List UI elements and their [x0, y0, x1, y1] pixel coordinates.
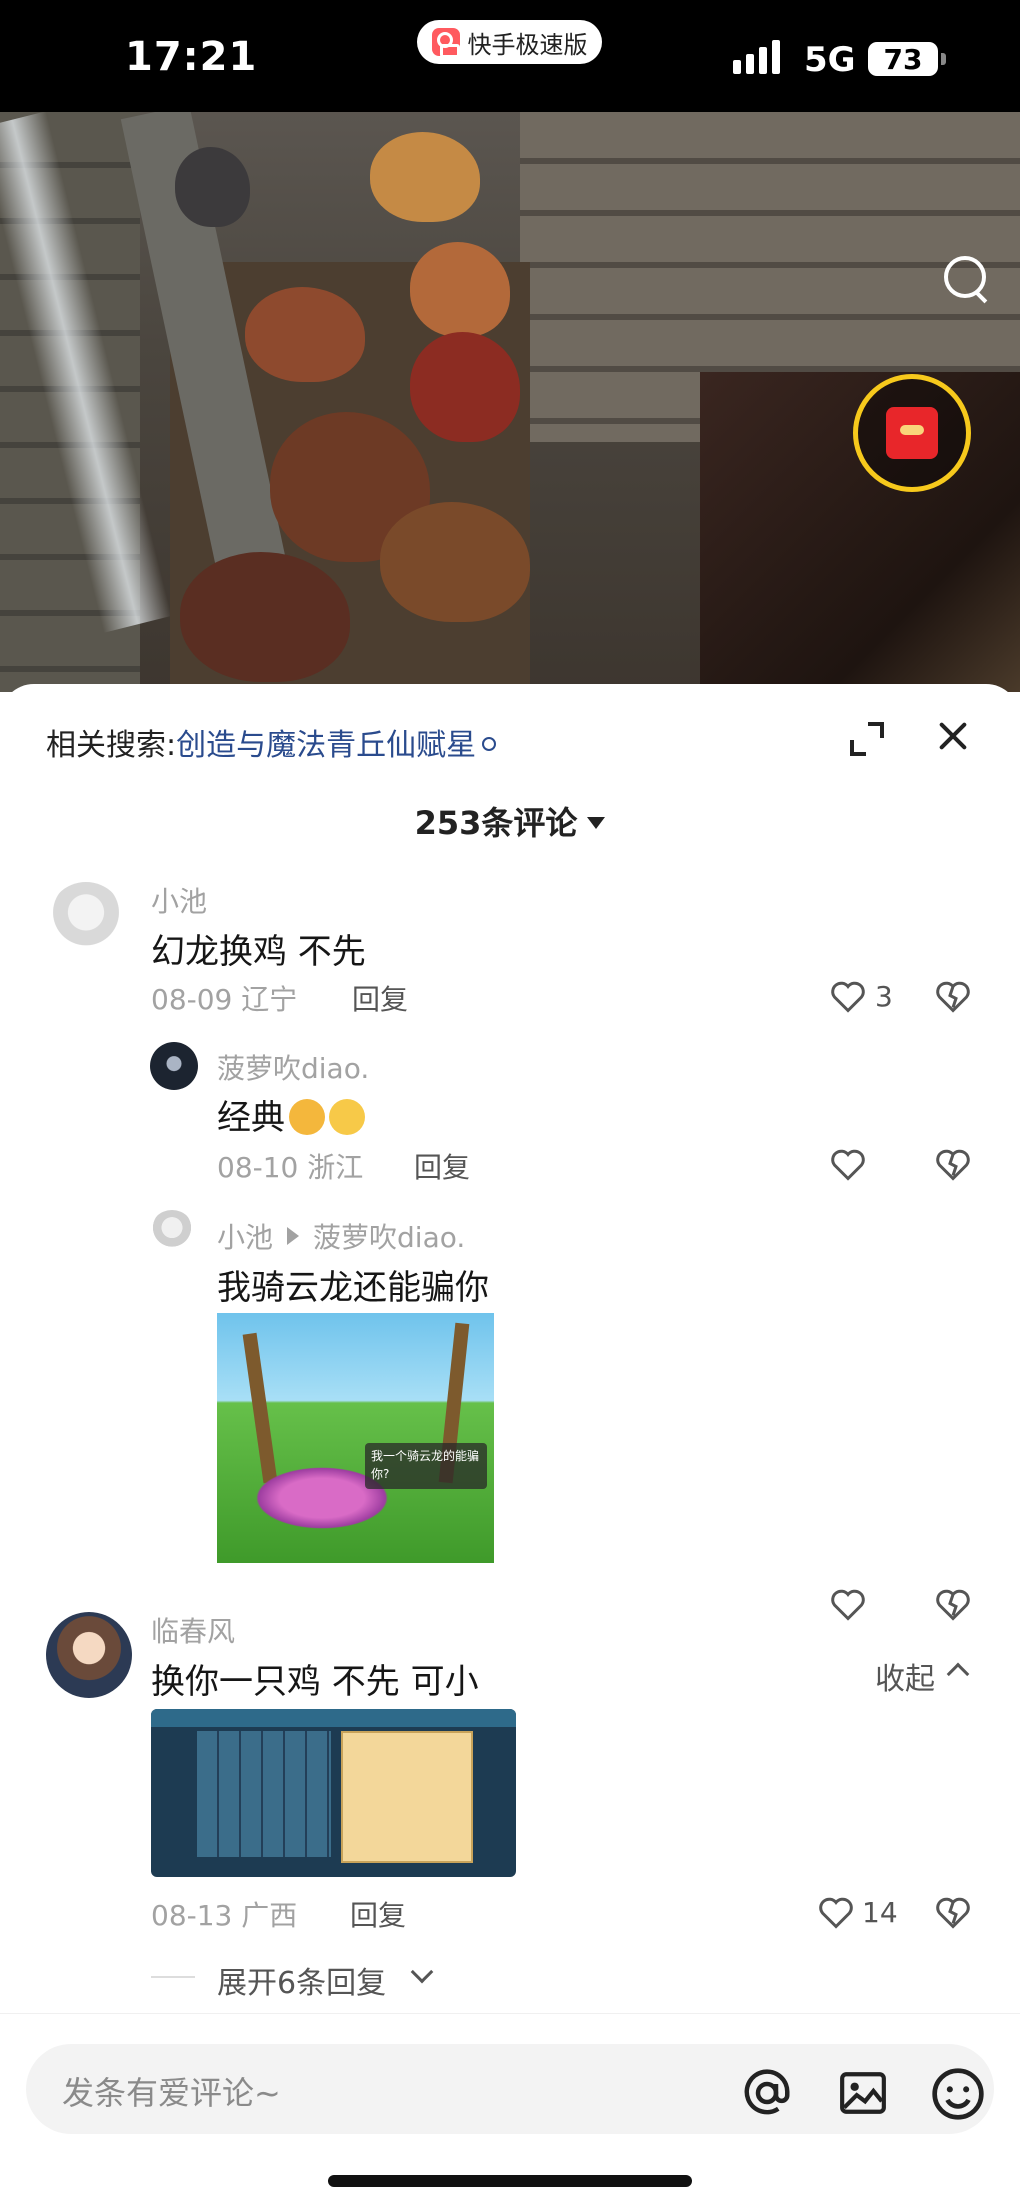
heart-icon[interactable]	[818, 1896, 854, 1930]
avatar[interactable]	[150, 1210, 194, 1254]
chevron-up-icon	[946, 1662, 970, 1686]
comment-date: 08-10	[217, 1151, 299, 1184]
comment-username[interactable]: 小池	[217, 1221, 273, 1254]
video-chicken	[245, 287, 365, 382]
avatar[interactable]	[48, 882, 124, 958]
comment-sheet: 相关搜索:创造与魔法青丘仙赋星 253条评论 小池 幻龙换鸡 不先 08-09 …	[0, 684, 1020, 2207]
expand-icon[interactable]	[850, 722, 884, 756]
heart-icon[interactable]	[830, 1148, 866, 1182]
status-time: 17:21	[125, 34, 258, 80]
network-type: 5G	[804, 40, 856, 80]
related-keyword[interactable]: 创造与魔法青丘仙赋星	[176, 728, 476, 763]
close-icon[interactable]	[935, 718, 971, 754]
comment-image[interactable]: 我一个骑云龙的能骗你?	[217, 1313, 494, 1563]
video-chicken	[410, 242, 510, 337]
collapse-button[interactable]: 收起	[875, 1654, 935, 1698]
search-small-icon	[482, 737, 497, 751]
comment-username[interactable]: 菠萝吹diao.	[217, 1047, 369, 1087]
avatar[interactable]	[150, 1042, 198, 1090]
at-icon[interactable]	[740, 2066, 794, 2120]
reply-button[interactable]: 回复	[350, 1894, 406, 1934]
comment-text: 我骑云龙还能骗你	[217, 1268, 489, 1308]
comment-text: 幻龙换鸡 不先	[151, 932, 366, 972]
signal-icon	[733, 36, 780, 74]
heart-icon[interactable]	[830, 980, 866, 1014]
comment-input[interactable]: 发条有爱评论~	[26, 2044, 994, 2134]
avatar[interactable]	[46, 1612, 132, 1698]
related-label: 相关搜索:	[46, 728, 177, 763]
laughing-emoji-icon	[329, 1099, 365, 1135]
image-icon[interactable]	[838, 2068, 888, 2118]
dislike-icon[interactable]	[935, 1148, 971, 1182]
like-count: 14	[862, 1896, 898, 1929]
emoji-icon[interactable]	[930, 2066, 986, 2122]
heart-icon[interactable]	[830, 1588, 866, 1622]
comment-text-row: 经典	[217, 1090, 365, 1139]
inventory-grid	[197, 1731, 331, 1857]
item-panel	[341, 1731, 473, 1863]
kuaishou-icon	[431, 28, 460, 58]
status-bar: 17:21 快手极速版 5G 73	[0, 0, 1020, 112]
dislike-icon[interactable]	[935, 1896, 971, 1930]
battery-icon: 73	[868, 42, 946, 76]
red-envelope-icon[interactable]	[853, 374, 971, 492]
video-chicken	[370, 132, 480, 222]
video-chicken	[175, 147, 250, 227]
search-icon[interactable]	[940, 252, 990, 302]
video-chicken	[410, 332, 520, 442]
reply-to-username[interactable]: 菠萝吹diao.	[313, 1221, 465, 1254]
comment-image[interactable]	[151, 1709, 516, 1877]
comment-text: 换你一只鸡 不先 可小	[151, 1662, 479, 1702]
reply-button[interactable]: 回复	[414, 1146, 470, 1186]
comment-location: 浙江	[307, 1151, 364, 1184]
video-chicken	[180, 552, 350, 682]
reply-button[interactable]: 回复	[352, 978, 408, 1018]
comment-count-label: 253条评论	[414, 804, 578, 842]
video-chicken	[380, 502, 530, 622]
home-indicator[interactable]	[328, 2175, 692, 2187]
expand-replies-button[interactable]: 展开6条回复	[217, 1958, 386, 2002]
divider	[151, 1976, 195, 1978]
app-pill[interactable]: 快手极速版	[417, 20, 602, 64]
chevron-down-icon	[410, 1960, 434, 1984]
comment-username[interactable]: 小池	[151, 880, 207, 920]
comment-count[interactable]: 253条评论	[0, 798, 1020, 844]
comment-location: 辽宁	[241, 983, 298, 1016]
comment-date: 08-09	[151, 983, 233, 1016]
input-placeholder: 发条有爱评论~	[62, 2074, 281, 2112]
thumbs-up-emoji-icon	[289, 1099, 325, 1135]
comment-username[interactable]: 临春风	[151, 1610, 235, 1650]
reply-arrow-icon	[287, 1227, 300, 1245]
image-caption: 我一个骑云龙的能骗你?	[365, 1443, 487, 1489]
related-search[interactable]: 相关搜索:创造与魔法青丘仙赋星	[46, 720, 497, 764]
triangle-down-icon	[587, 817, 606, 829]
comment-meta: 08-13 广西	[151, 1894, 297, 1934]
comment-username-row: 小池 菠萝吹diao.	[217, 1216, 465, 1256]
comment-location: 广西	[241, 1899, 298, 1932]
like-count: 3	[875, 980, 893, 1013]
comment-meta: 08-09 辽宁	[151, 978, 297, 1018]
comment-date: 08-13	[151, 1899, 233, 1932]
video-player[interactable]	[0, 112, 1020, 692]
dislike-icon[interactable]	[935, 980, 971, 1014]
dislike-icon[interactable]	[935, 1588, 971, 1622]
comment-text: 经典	[217, 1098, 285, 1138]
comment-meta: 08-10 浙江	[217, 1146, 363, 1186]
battery-level: 73	[883, 42, 923, 76]
app-name: 快手极速版	[467, 30, 588, 59]
